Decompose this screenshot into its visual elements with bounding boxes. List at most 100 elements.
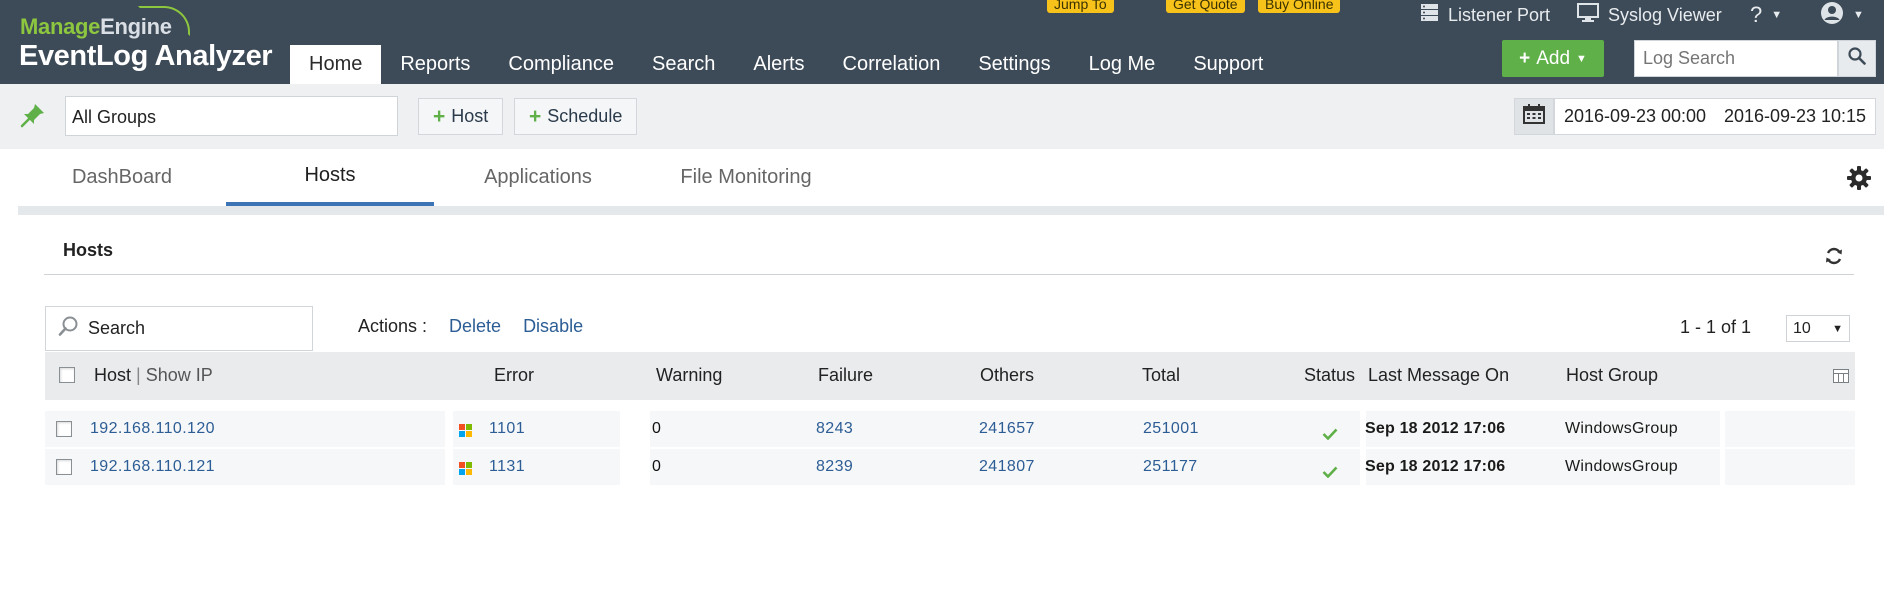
help-menu[interactable]: ? ▼ [1750,2,1783,27]
buy-online-button[interactable]: Buy Online [1258,0,1341,13]
plus-icon: + [529,104,542,128]
tab-dashboard[interactable]: DashBoard [18,149,226,206]
listener-port-link[interactable]: Listener Port [1420,3,1550,27]
user-avatar-icon [1820,1,1844,30]
calendar-button[interactable] [1514,98,1554,135]
warning-count: 0 [652,458,662,475]
failure-count[interactable]: 8239 [816,458,853,476]
jump-to-button[interactable]: Jump To [1047,0,1114,13]
failure-count[interactable]: 8243 [816,420,853,438]
date-to: 2016-09-23 10:15 [1723,106,1867,126]
nav-search[interactable]: Search [633,45,734,84]
chevron-down-icon: ▼ [1832,322,1843,335]
log-search-button[interactable] [1838,40,1876,77]
actions-label: Actions : [358,316,428,336]
search-icon [58,315,80,342]
table-row[interactable]: 192.168.110.121 1131 0 8239 241807 25117… [45,449,1855,485]
others-count[interactable]: 241807 [979,458,1035,476]
monitor-icon [1577,3,1599,27]
table-header: Host | Show IP Error Warning Failure Oth… [45,352,1855,400]
get-quote-button[interactable]: Get Quote [1166,0,1245,13]
col-host[interactable]: Host | Show IP [94,365,213,386]
pin-icon[interactable] [20,102,46,133]
others-count[interactable]: 241657 [979,420,1035,438]
help-label: ? [1750,2,1763,27]
col-failure[interactable]: Failure [818,365,873,386]
tabs-divider [18,206,1884,215]
column-chooser-icon[interactable] [1833,369,1849,388]
date-range-picker[interactable]: 2016-09-23 00:00 2016-09-23 10:15 [1554,98,1876,135]
host-group: WindowsGroup [1565,458,1678,475]
disable-link[interactable]: Disable [523,316,583,337]
add-host-label: Host [451,106,489,126]
add-schedule-label: Schedule [547,106,623,126]
status-ok-icon [1322,465,1338,483]
nav-correlation[interactable]: Correlation [824,45,960,84]
syslog-viewer-link[interactable]: Syslog Viewer [1577,3,1722,27]
warning-count: 0 [652,420,662,437]
search-placeholder: Search [88,318,146,338]
delete-link[interactable]: Delete [449,316,501,337]
listener-port-label: Listener Port [1448,4,1551,25]
col-host-group[interactable]: Host Group [1566,365,1658,386]
error-count[interactable]: 1131 [489,458,525,476]
nav-reports[interactable]: Reports [381,45,489,84]
col-error[interactable]: Error [494,365,534,386]
page-size-select[interactable]: 10 ▼ [1786,315,1850,342]
chevron-down-icon: ▼ [1771,9,1783,21]
total-count[interactable]: 251001 [1143,420,1199,438]
table-row[interactable]: 192.168.110.120 1101 0 8243 241657 25100… [45,411,1855,447]
pagination-info: 1 - 1 of 1 [1680,317,1752,337]
host-link[interactable]: 192.168.110.121 [90,458,215,476]
tab-hosts[interactable]: Hosts [226,149,434,206]
nav-support[interactable]: Support [1174,45,1282,84]
last-message-time: Sep 18 2012 17:06 [1365,458,1506,475]
row-checkbox[interactable] [56,459,72,475]
group-selector[interactable]: All Groups [65,96,398,136]
plus-icon: + [433,104,446,128]
host-link[interactable]: 192.168.110.120 [90,420,215,438]
show-ip-link[interactable]: Show IP [146,365,213,385]
add-host-button[interactable]: + Host [418,98,504,135]
col-last-message[interactable]: Last Message On [1368,365,1509,386]
nav-home[interactable]: Home [290,45,382,84]
nav-compliance[interactable]: Compliance [489,45,633,84]
col-warning[interactable]: Warning [656,365,722,386]
nav-alerts[interactable]: Alerts [734,45,823,84]
gear-icon[interactable] [1846,165,1872,196]
add-label: Add [1536,47,1571,69]
nav-log-me[interactable]: Log Me [1070,45,1175,84]
col-others[interactable]: Others [980,365,1034,386]
actions-bar: Actions : Delete Disable [358,316,583,337]
main-nav: Home Reports Compliance Search Alerts Co… [290,45,1282,84]
status-ok-icon [1322,427,1338,445]
col-status[interactable]: Status [1304,365,1355,386]
page-size-value: 10 [1793,319,1811,337]
chevron-down-icon: ▼ [1853,9,1864,21]
nav-settings[interactable]: Settings [959,45,1069,84]
total-count[interactable]: 251177 [1143,458,1198,476]
windows-icon [459,424,472,442]
refresh-icon[interactable] [1824,246,1844,271]
search-icon [1848,47,1866,70]
col-total[interactable]: Total [1142,365,1180,386]
product-name[interactable]: EventLog Analyzer [19,40,273,73]
error-count[interactable]: 1101 [489,420,525,438]
add-button[interactable]: + Add ▼ [1502,40,1604,77]
top-header: ManageEngine EventLog Analyzer Jump To G… [0,0,1884,84]
host-search-input[interactable]: Search [45,306,313,351]
sub-tabs: DashBoard Hosts Applications File Monito… [18,149,1884,206]
server-icon [1420,3,1439,27]
user-menu[interactable]: ▼ [1820,1,1864,30]
syslog-viewer-label: Syslog Viewer [1608,4,1722,25]
row-checkbox[interactable] [56,421,72,437]
log-search-input[interactable] [1634,40,1838,77]
add-schedule-button[interactable]: + Schedule [514,98,638,135]
tab-applications[interactable]: Applications [434,149,642,206]
last-message-time: Sep 18 2012 17:06 [1365,420,1506,437]
chevron-down-icon: ▼ [1576,52,1587,65]
tab-file-monitoring[interactable]: File Monitoring [642,149,850,206]
panel-title: Hosts [63,240,114,260]
select-all-checkbox[interactable] [59,367,75,383]
filter-bar: All Groups + Host + Schedule 2016-09-23 … [0,84,1884,149]
